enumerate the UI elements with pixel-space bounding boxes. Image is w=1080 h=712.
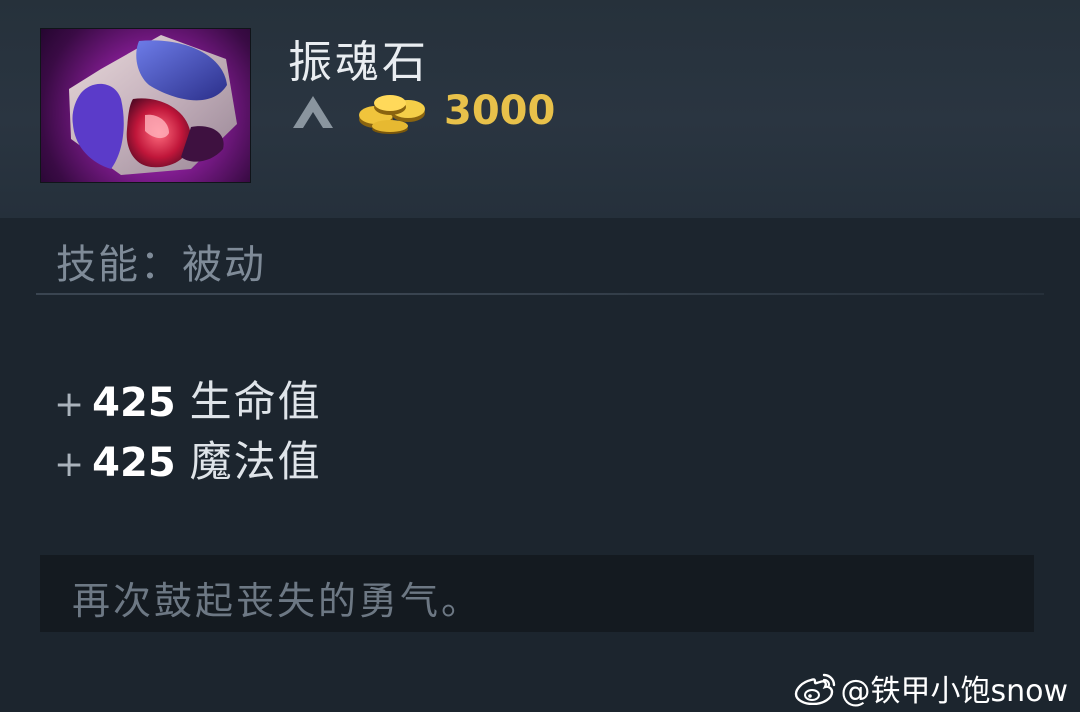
stat-row-mana: + 425 魔法值 — [54, 428, 322, 486]
stat-name: 魔法值 — [189, 437, 322, 486]
soul-booster-item-icon — [40, 28, 251, 183]
stat-value: 425 — [92, 440, 176, 486]
gold-coins-icon — [359, 95, 425, 134]
watermark: @铁甲小饱snow — [794, 666, 1068, 710]
ability-type-label: 技能：被动 — [56, 242, 266, 288]
stat-plus: + — [54, 444, 85, 485]
stat-name: 生命值 — [189, 377, 322, 426]
item-name: 振魂石 — [288, 37, 429, 88]
watermark-text: @铁甲小饱snow — [840, 674, 1068, 709]
item-tooltip: 振魂石 3000 技能：被动 + 425 生命值 + 425 魔法值 再次鼓起丧… — [0, 0, 1080, 712]
stat-plus: + — [54, 384, 85, 425]
stat-value: 425 — [92, 380, 176, 426]
upgrade-icon — [293, 96, 333, 128]
weibo-icon — [795, 673, 836, 705]
lore-text: 再次鼓起丧失的勇气。 — [72, 579, 483, 623]
section-divider — [36, 293, 1044, 295]
item-price: 3000 — [444, 88, 556, 134]
stat-row-health: + 425 生命值 — [54, 368, 322, 426]
